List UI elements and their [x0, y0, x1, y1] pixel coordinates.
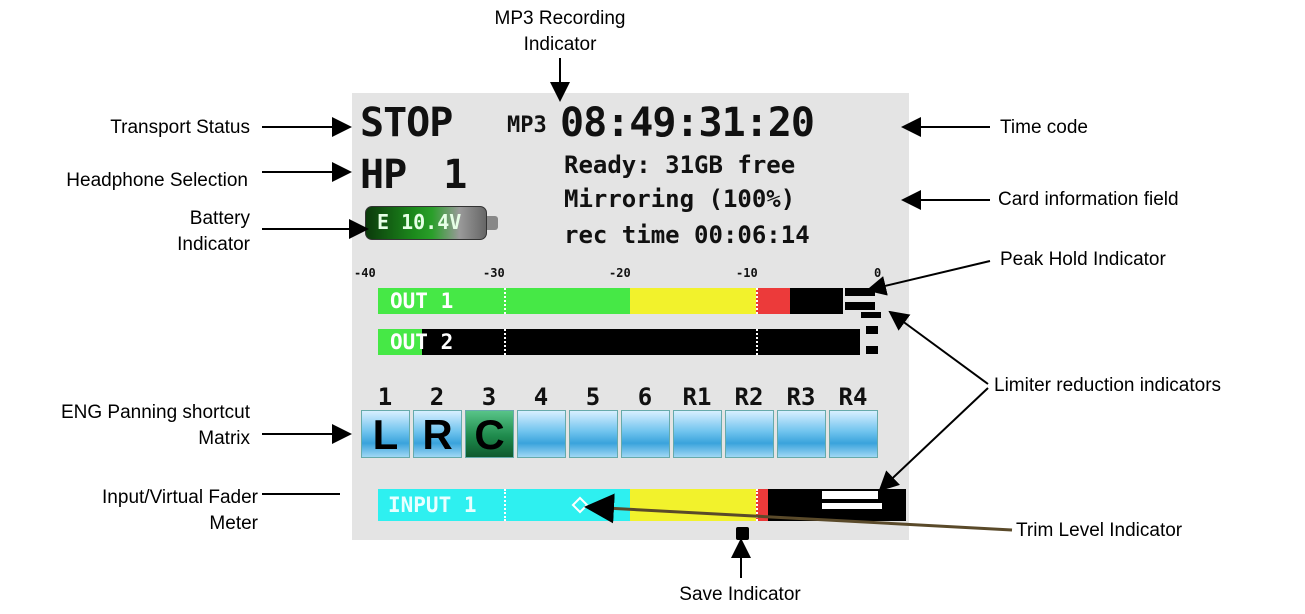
arrow-limiter-1	[888, 310, 989, 385]
arrow-peak-hold	[866, 260, 991, 296]
arrow-limiter-2	[878, 387, 989, 492]
arrow-trim-level	[584, 493, 1013, 532]
annotation-arrows	[262, 58, 1013, 578]
